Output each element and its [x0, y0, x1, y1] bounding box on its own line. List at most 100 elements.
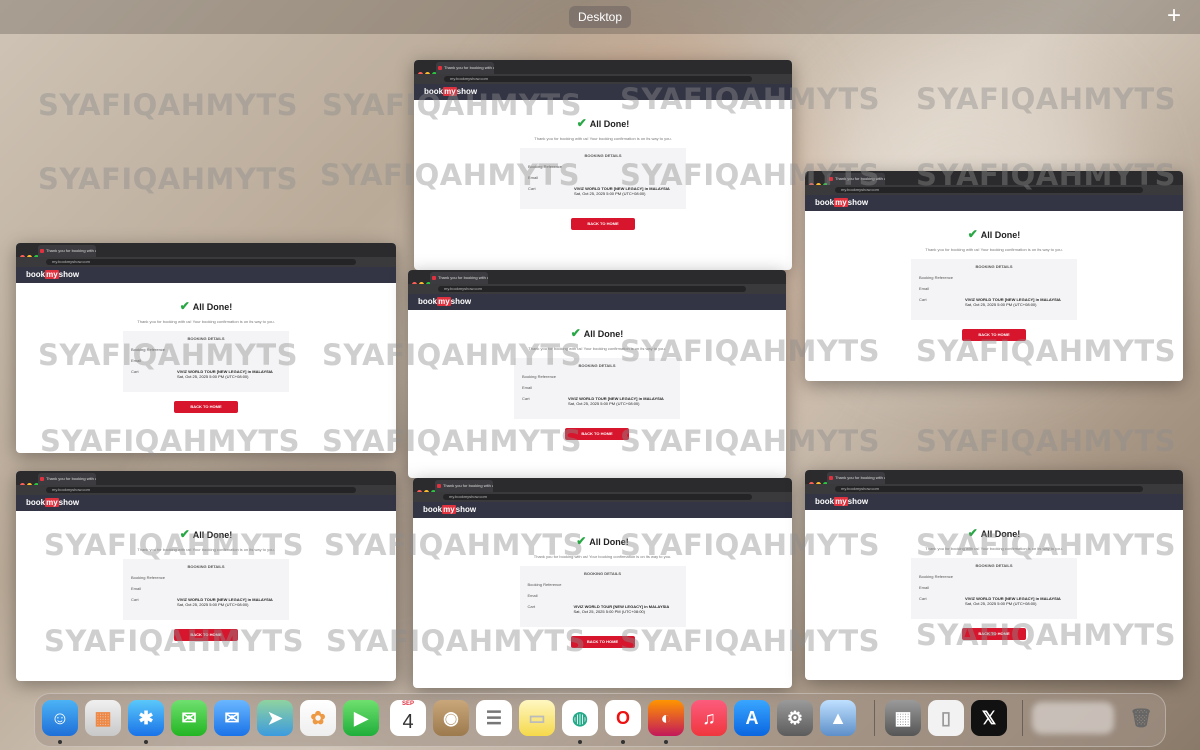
- bookmyshow-logo[interactable]: bookmyshow: [26, 498, 79, 507]
- maps-icon[interactable]: ➤: [257, 700, 293, 736]
- safari-icon[interactable]: ✱: [128, 700, 164, 736]
- notes-icon[interactable]: ▭: [519, 700, 555, 736]
- logo-text: show: [58, 270, 80, 279]
- booking-reference-label: Booking Reference: [919, 275, 954, 280]
- address-bar[interactable]: my.bookmyshow.com: [46, 259, 356, 265]
- tab-title: Thank you for booking with us!: [46, 476, 96, 481]
- logo-text: my: [45, 270, 59, 279]
- cart-value: VIVIZ WORLD TOUR [NEW LEGACY] in MALAYSI…: [177, 597, 273, 607]
- app-store-icon[interactable]: A: [734, 700, 770, 736]
- desktop-space-label[interactable]: Desktop: [569, 6, 631, 28]
- booking-details-title: BOOKING DETAILS: [975, 563, 1013, 568]
- browser-tab[interactable]: Thank you for booking with us!: [435, 480, 493, 492]
- reminders-icon[interactable]: ☰: [476, 700, 512, 736]
- watermark-text: SYAFIQAHMYTS: [322, 338, 583, 372]
- logo-text: show: [847, 198, 869, 207]
- address-bar[interactable]: my.bookmyshow.com: [46, 487, 356, 493]
- cart-row: Cart VIVIZ WORLD TOUR [NEW LEGACY] in MAL…: [528, 604, 678, 614]
- browser-tab-strip: Thank you for booking with us!: [414, 60, 792, 77]
- logo-text: book: [815, 198, 835, 207]
- browser-tab[interactable]: Thank you for booking with us!: [38, 473, 96, 485]
- bookmyshow-logo[interactable]: bookmyshow: [26, 270, 79, 279]
- address-bar[interactable]: my.bookmyshow.com: [438, 286, 746, 292]
- watermark-text: SYAFIQAHMYTS: [38, 88, 299, 122]
- cart-date: Sat, Oct 25, 2025 5:00 PM (UTC+08:00): [568, 401, 640, 406]
- back-to-home-button[interactable]: BACK TO HOME: [174, 401, 238, 413]
- bookmyshow-logo[interactable]: bookmyshow: [815, 497, 868, 506]
- booking-reference-label: Booking Reference: [522, 374, 557, 379]
- logo-text: show: [455, 505, 477, 514]
- preview-icon[interactable]: ▲: [820, 700, 856, 736]
- calendar-day: 4: [402, 710, 414, 733]
- logo-text: my: [834, 497, 848, 506]
- watermark-text: SYAFIQAHMYTS: [324, 528, 585, 562]
- booking-details-card: BOOKING DETAILS Booking Reference Email …: [519, 566, 686, 627]
- chrome-icon[interactable]: ◍: [562, 700, 598, 736]
- address-bar[interactable]: my.bookmyshow.com: [443, 494, 752, 500]
- browser-tab[interactable]: Thank you for booking with us!: [38, 245, 96, 257]
- logo-text: show: [58, 498, 80, 507]
- browser-tab-strip: Thank you for booking with us!: [805, 470, 1183, 487]
- contacts-icon[interactable]: ◉: [433, 700, 469, 736]
- mail-icon[interactable]: ✉: [214, 700, 250, 736]
- tab-favicon-icon: [40, 249, 44, 253]
- booking-details-title: BOOKING DETAILS: [187, 564, 225, 569]
- trash-icon[interactable]: 🗑: [1123, 700, 1159, 736]
- music-icon[interactable]: ♫: [691, 700, 727, 736]
- bookmyshow-logo[interactable]: bookmyshow: [423, 505, 476, 514]
- cart-value: VIVIZ WORLD TOUR [NEW LEGACY] in MALAYSI…: [568, 396, 664, 406]
- booking-details-card: BOOKING DETAILS Booking Reference Email …: [123, 559, 289, 620]
- cart-label: Cart: [919, 596, 927, 601]
- firefox-icon[interactable]: ◐: [648, 700, 684, 736]
- calendar-icon[interactable]: SEP 4: [390, 700, 426, 736]
- cart-date: Sat, Oct 25, 2025 5:00 PM (UTC+08:00): [965, 302, 1037, 307]
- bookmyshow-logo[interactable]: bookmyshow: [815, 198, 868, 207]
- dock-separator: [874, 700, 875, 736]
- calculator-icon[interactable]: ▦: [885, 700, 921, 736]
- cart-row: Cart VIVIZ WORLD TOUR [NEW LEGACY] in MAL…: [522, 396, 672, 406]
- photos-icon[interactable]: ✿: [300, 700, 336, 736]
- cart-date: Sat, Oct 25, 2025 5:00 PM (UTC+08:00): [573, 609, 645, 614]
- browser-tab[interactable]: Thank you for booking with us!: [436, 62, 494, 74]
- booking-reference-row: Booking Reference: [522, 374, 672, 379]
- address-bar[interactable]: my.bookmyshow.com: [835, 486, 1143, 492]
- running-indicator: [664, 740, 668, 744]
- browser-tab[interactable]: Thank you for booking with us!: [827, 472, 885, 484]
- launchpad-icon[interactable]: ▦: [85, 700, 121, 736]
- tab-favicon-icon: [438, 66, 442, 70]
- cart-value: VIVIZ WORLD TOUR [NEW LEGACY] in MALAYSI…: [574, 604, 670, 614]
- browser-tab[interactable]: Thank you for booking with us!: [430, 272, 488, 284]
- email-label: Email: [522, 385, 533, 390]
- watermark-text: SYAFIQAHMYTS: [620, 334, 881, 368]
- email-label: Email: [919, 286, 930, 291]
- heading-text: All Done!: [583, 329, 624, 339]
- confirmation-heading: ✔ All Done!: [16, 299, 396, 313]
- watermark-text: SYAFIQAHMYTS: [916, 618, 1177, 652]
- messages-icon[interactable]: ✉: [171, 700, 207, 736]
- document-icon[interactable]: ▯: [928, 700, 964, 736]
- tab-title: Thank you for booking with us!: [46, 248, 96, 253]
- logo-text: book: [418, 297, 438, 306]
- x-icon[interactable]: 𝕏: [971, 700, 1007, 736]
- finder-icon[interactable]: ☺: [42, 700, 78, 736]
- confirmation-heading: ✔ All Done!: [805, 227, 1183, 241]
- cart-row: Cart VIVIZ WORLD TOUR [NEW LEGACY] in MAL…: [919, 596, 1069, 606]
- site-header: bookmyshow: [16, 495, 396, 511]
- system-settings-icon[interactable]: ⚙: [777, 700, 813, 736]
- bookmyshow-logo[interactable]: bookmyshow: [418, 297, 471, 306]
- cart-value: VIVIZ WORLD TOUR [NEW LEGACY] in MALAYSI…: [965, 297, 1061, 307]
- tab-title: Thank you for booking with us!: [438, 275, 488, 280]
- tab-favicon-icon: [40, 477, 44, 481]
- thank-you-text: Thank you for booking with us! Your book…: [925, 247, 1063, 252]
- opera-icon[interactable]: O: [605, 700, 641, 736]
- add-desktop-button[interactable]: +: [1162, 3, 1186, 29]
- watermark-text: SYAFIQAHMYTS: [40, 424, 301, 458]
- cart-date: Sat, Oct 25, 2025 5:00 PM (UTC+08:00): [177, 602, 249, 607]
- back-to-home-button[interactable]: BACK TO HOME: [571, 218, 635, 230]
- tab-favicon-icon: [437, 484, 441, 488]
- watermark-text: SYAFIQAHMYTS: [320, 158, 581, 192]
- facetime-icon[interactable]: ▶: [343, 700, 379, 736]
- recent-apps-blurred: [1032, 702, 1114, 734]
- booking-reference-label: Booking Reference: [131, 575, 166, 580]
- booking-reference-label: Booking Reference: [919, 574, 954, 579]
